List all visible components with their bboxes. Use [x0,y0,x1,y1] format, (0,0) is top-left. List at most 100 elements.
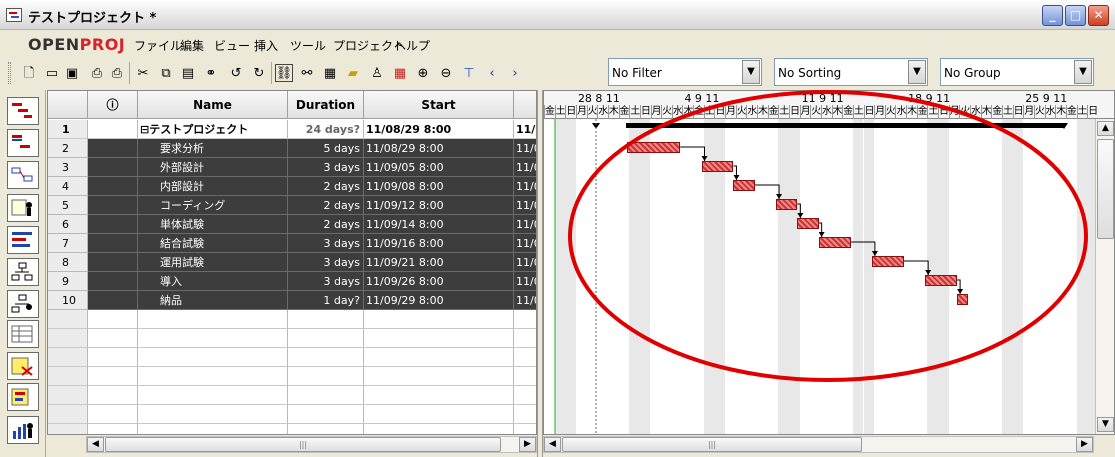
duration-cell[interactable] [288,329,364,348]
duration-cell[interactable]: 2 days [288,215,364,234]
row-number[interactable]: 6 [48,215,88,234]
duration-cell[interactable]: 2 days [288,177,364,196]
finish-cell[interactable] [514,367,536,386]
task-name-cell[interactable]: ⊟テストプロジェクト [138,120,288,139]
scroll-thumb[interactable]: ||| [562,437,862,452]
start-column-header[interactable]: Start [364,91,514,119]
row-number[interactable]: 1 [48,120,88,139]
save-icon[interactable]: ▣ [63,64,81,82]
copy-icon[interactable]: ⧉ [157,64,175,82]
info-cell[interactable] [88,291,138,310]
finish-column-header[interactable] [514,91,536,119]
task-name-cell[interactable]: 要求分析 [138,139,288,158]
wbs-view-icon[interactable] [7,226,39,254]
start-cell[interactable] [364,367,514,386]
scroll-to-task-icon[interactable]: ⊤ [460,64,478,82]
finish-cell[interactable] [514,310,536,329]
task-usage-view-icon[interactable] [7,290,39,318]
maximize-button[interactable]: □ [1065,5,1086,26]
duration-cell[interactable]: 3 days [288,272,364,291]
redo-icon[interactable]: ↻ [250,64,268,82]
info-cell[interactable] [88,329,138,348]
row-number[interactable] [48,386,88,405]
start-cell[interactable]: 11/09/16 8:00 [364,234,514,253]
start-cell[interactable] [364,424,514,434]
table-row[interactable]: 2 要求分析5 days11/08/29 8:0011/0 [48,139,536,158]
notes-icon[interactable]: ▰ [344,64,362,82]
rbs-view-icon[interactable] [7,258,39,286]
task-name-cell[interactable]: コーディング [138,196,288,215]
resources-view-icon[interactable] [7,194,39,222]
info-cell[interactable] [88,234,138,253]
empty-row[interactable] [48,367,536,386]
row-number[interactable]: 5 [48,196,88,215]
info-cell[interactable] [88,253,138,272]
task-name-cell[interactable] [138,424,288,434]
start-cell[interactable] [364,329,514,348]
task-name-cell[interactable] [138,367,288,386]
finish-cell[interactable]: 11/0 [514,272,536,291]
table-row[interactable]: 10 納品1 day?11/09/29 8:0011/0 [48,291,536,310]
row-number[interactable]: 8 [48,253,88,272]
empty-row[interactable] [48,405,536,424]
info-cell[interactable] [88,120,138,139]
start-cell[interactable]: 11/09/08 8:00 [364,177,514,196]
finish-cell[interactable]: 11/0 [514,139,536,158]
table-row[interactable]: 4 内部設計2 days11/09/08 8:0011/0 [48,177,536,196]
table-row[interactable]: 7 結合試験3 days11/09/16 8:0011/0 [48,234,536,253]
row-number[interactable] [48,348,88,367]
menu-edit[interactable]: 編集 [180,37,204,54]
report-view-icon[interactable] [7,352,39,380]
info-cell[interactable] [88,405,138,424]
row-number[interactable] [48,367,88,386]
start-cell[interactable]: 11/08/29 8:00 [364,139,514,158]
paste-icon[interactable]: ▤ [179,64,197,82]
table-row[interactable]: 5 コーディング2 days11/09/12 8:0011/0 [48,196,536,215]
row-number[interactable]: 9 [48,272,88,291]
undo-icon[interactable]: ↺ [227,64,245,82]
info-cell[interactable] [88,158,138,177]
task-name-cell[interactable]: 外部設計 [138,158,288,177]
start-cell[interactable]: 11/08/29 8:00 [364,120,514,139]
scroll-left-button[interactable]: ◀ [87,437,104,452]
info-cell[interactable] [88,348,138,367]
previous-icon[interactable]: ‹ [483,64,501,82]
info-cell[interactable] [88,177,138,196]
grid-horizontal-scrollbar[interactable]: ◀ ||| ▶ [86,436,537,453]
sorting-select[interactable]: No Sorting ▼ [774,58,928,86]
close-button[interactable]: ✕ [1088,5,1109,26]
finish-cell[interactable]: 11/0 [514,291,536,310]
duration-cell[interactable]: 5 days [288,139,364,158]
task-info-icon[interactable]: ▦ [321,64,339,82]
scroll-right-button[interactable]: ▶ [519,437,536,452]
finish-cell[interactable] [514,405,536,424]
row-number[interactable] [48,329,88,348]
row-number[interactable]: 10 [48,291,88,310]
calendar-icon[interactable]: ▦ [391,64,409,82]
info-cell[interactable] [88,272,138,291]
duration-cell[interactable]: 2 days [288,196,364,215]
duration-cell[interactable] [288,367,364,386]
task-name-cell[interactable] [138,386,288,405]
row-number[interactable] [48,424,88,434]
network-view-icon[interactable] [7,161,39,189]
filter-select[interactable]: No Filter ▼ [608,58,762,86]
start-cell[interactable]: 11/09/29 8:00 [364,291,514,310]
info-cell[interactable] [88,386,138,405]
resource-usage-view-icon[interactable] [7,320,39,348]
gantt-horizontal-scrollbar[interactable]: ◀ ||| ▶ [543,436,1094,453]
start-cell[interactable] [364,348,514,367]
table-row[interactable]: 6 単体試験2 days11/09/14 8:0011/0 [48,215,536,234]
duration-cell[interactable] [288,424,364,434]
row-number[interactable] [48,405,88,424]
menu-insert[interactable]: 挿入 [254,37,278,54]
info-cell[interactable] [88,215,138,234]
task-name-cell[interactable]: 納品 [138,291,288,310]
duration-cell[interactable]: 3 days [288,234,364,253]
empty-row[interactable] [48,424,536,434]
info-cell[interactable] [88,139,138,158]
chevron-down-icon[interactable]: ▼ [1074,60,1092,84]
start-cell[interactable]: 11/09/12 8:00 [364,196,514,215]
menu-view[interactable]: ビュー [214,37,250,54]
finish-cell[interactable]: 11/0 [514,196,536,215]
